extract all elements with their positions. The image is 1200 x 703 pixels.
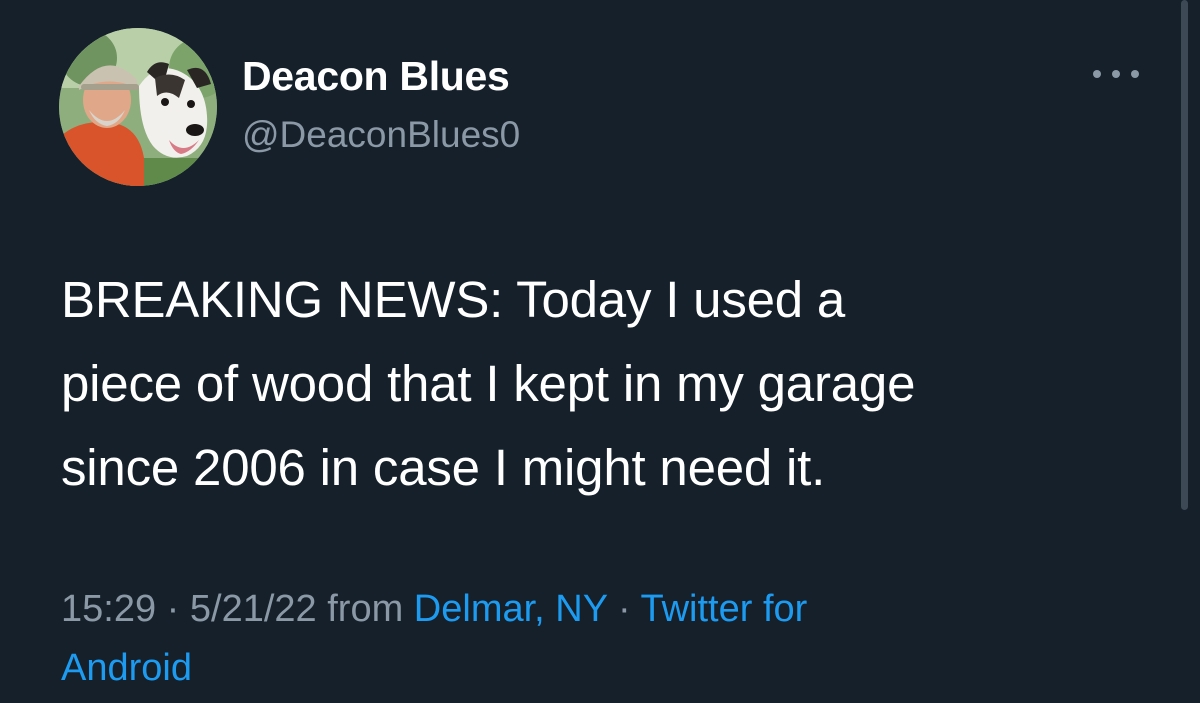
tweet-metadata-line: Android	[61, 639, 1061, 698]
tweet-text-line: since 2006 in case I might need it.	[61, 439, 826, 496]
more-horizontal-icon	[1093, 70, 1101, 78]
tweet-time[interactable]: 15:29	[61, 588, 156, 630]
scrollbar[interactable]	[1181, 0, 1188, 510]
source-link-continued[interactable]: Android	[61, 647, 192, 689]
tweet-metadata: 15:29 · 5/21/22 from Delmar, NY · Twitte…	[61, 580, 1061, 698]
more-horizontal-icon	[1112, 70, 1120, 78]
tweet-text: BREAKING NEWS: Today I used a piece of w…	[61, 258, 1161, 510]
more-options-button[interactable]	[1093, 62, 1139, 86]
tweet-date[interactable]: 5/21/22	[190, 588, 317, 630]
avatar[interactable]	[59, 28, 217, 186]
avatar-image	[59, 28, 217, 186]
separator: ·	[617, 588, 631, 630]
more-horizontal-icon	[1131, 70, 1139, 78]
location-link[interactable]: Delmar, NY	[414, 588, 608, 630]
from-label: from	[327, 588, 404, 630]
tweet-text-line: BREAKING NEWS: Today I used a	[61, 271, 846, 328]
tweet-card: Deacon Blues @DeaconBlues0 BREAKING NEWS…	[0, 0, 1200, 703]
separator: ·	[166, 588, 180, 630]
user-handle[interactable]: @DeaconBlues0	[242, 114, 520, 156]
tweet-text-line: piece of wood that I kept in my garage	[61, 355, 916, 412]
display-name[interactable]: Deacon Blues	[242, 53, 510, 100]
tweet-metadata-line: 15:29 · 5/21/22 from Delmar, NY · Twitte…	[61, 580, 1061, 639]
source-link[interactable]: Twitter for	[640, 588, 807, 630]
